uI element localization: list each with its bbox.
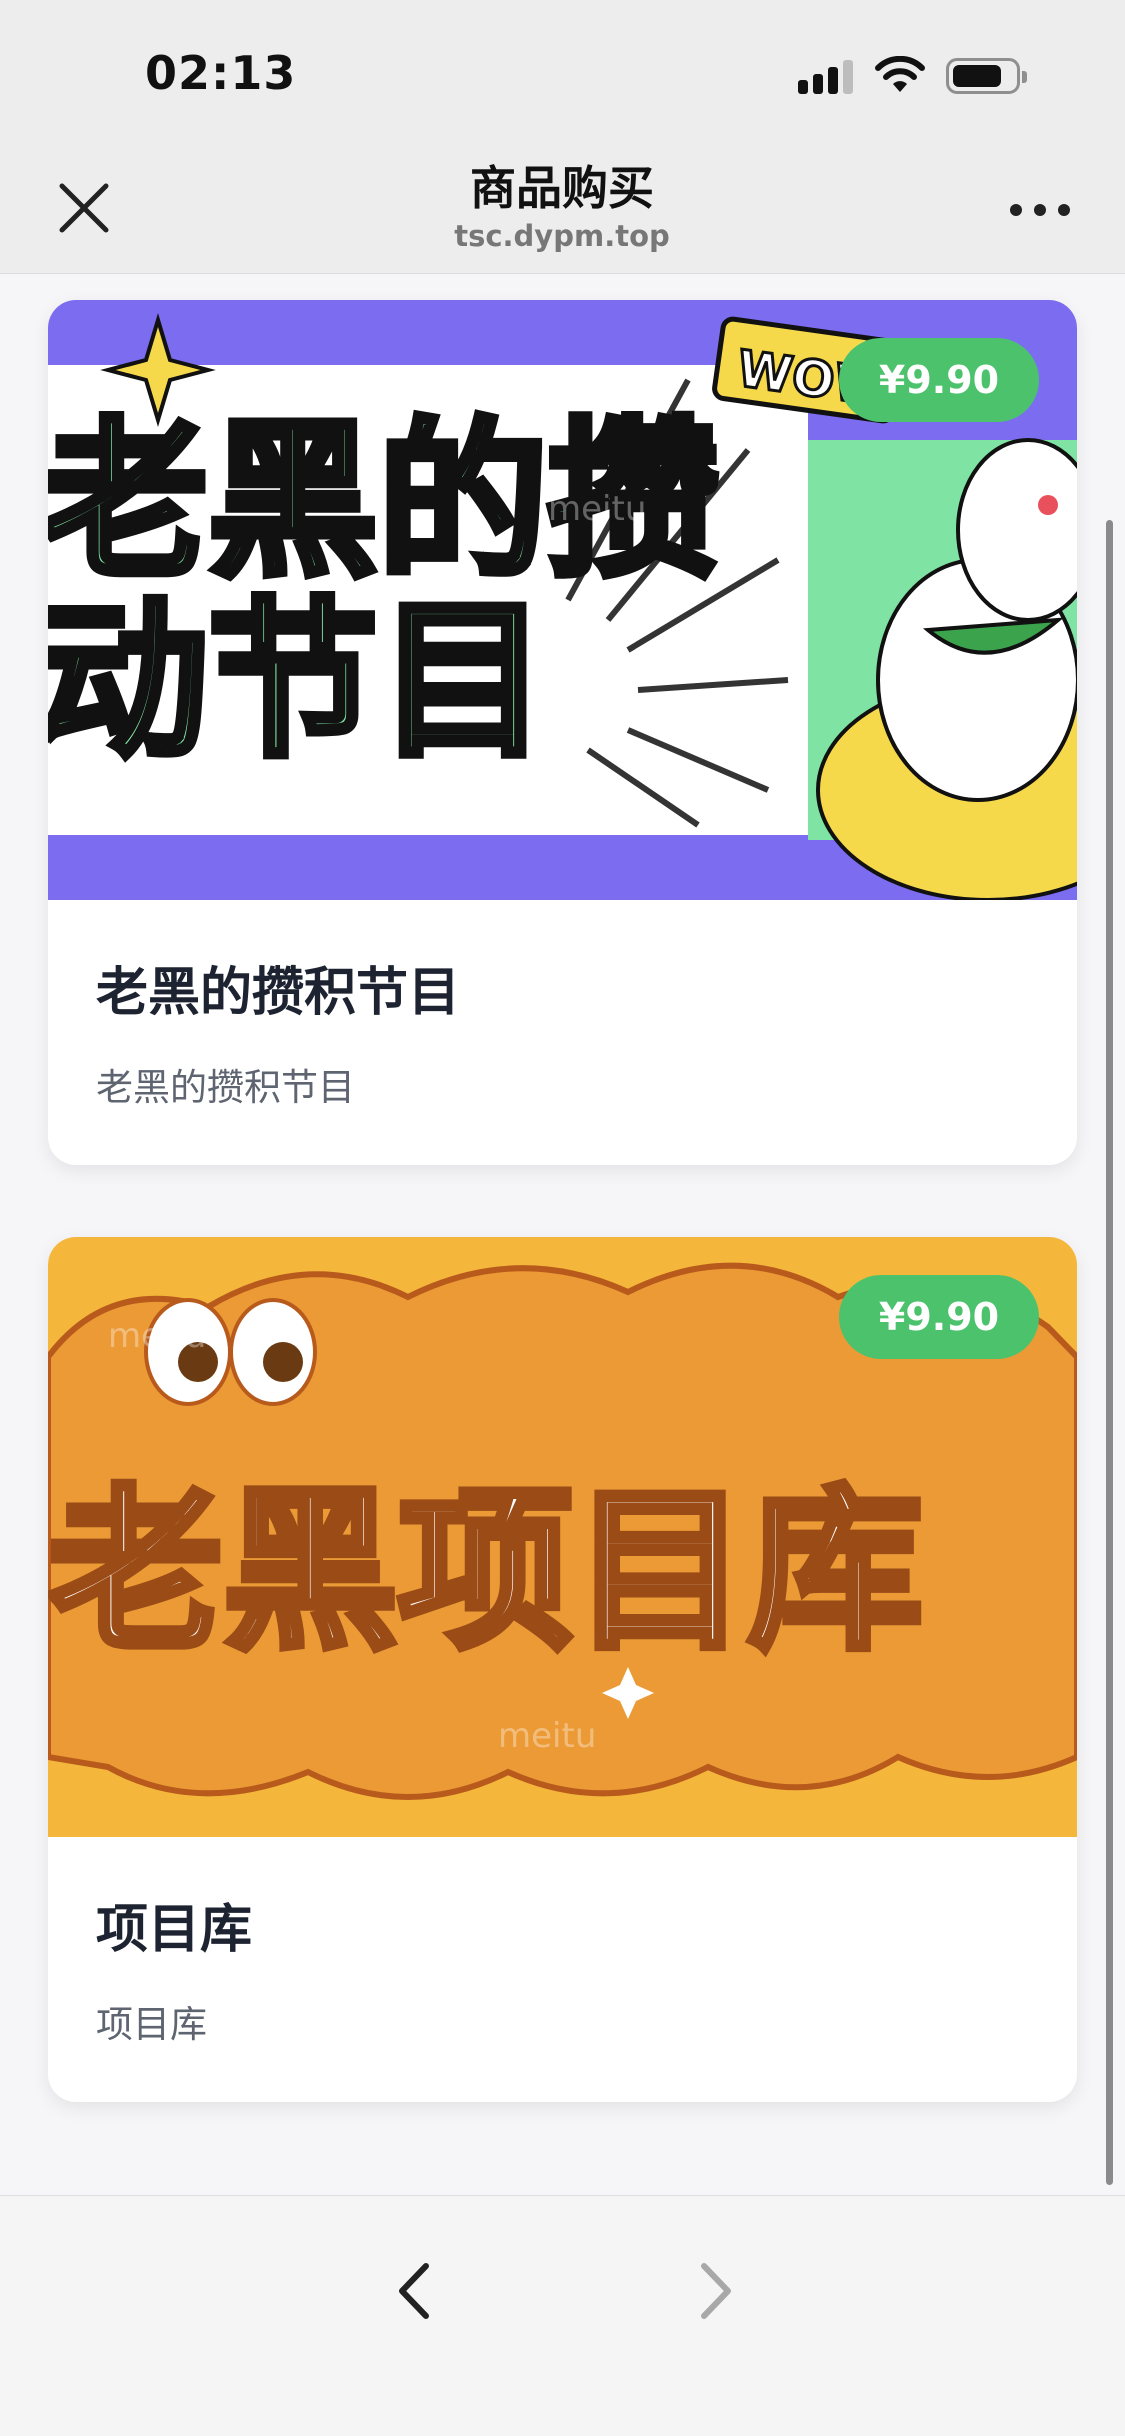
- bottom-toolbar: [0, 2195, 1125, 2436]
- navigation-bar: 商品购买 tsc.dypm.top: [0, 140, 1125, 274]
- price-badge: ¥9.90: [839, 1275, 1039, 1359]
- cellular-signal-icon: [798, 58, 856, 94]
- page-domain: tsc.dypm.top: [454, 219, 670, 253]
- banner-title: 老黑项目库: [48, 1471, 923, 1674]
- banner-watermark: meitu: [498, 1716, 596, 1756]
- product-banner-image: 老黑的攒 动节目 WOW meitu meitu ¥9.90: [48, 300, 1077, 900]
- banner-watermark: meitu: [148, 769, 246, 809]
- battery-icon: [946, 58, 1027, 94]
- forward-arrow-icon[interactable]: [690, 2256, 740, 2326]
- scrollbar[interactable]: [1106, 520, 1113, 2185]
- product-description: 项目库: [96, 2003, 207, 2046]
- banner-title-line-2: 动节目: [48, 583, 548, 781]
- close-icon[interactable]: [54, 178, 114, 238]
- more-options-icon[interactable]: [1010, 200, 1072, 220]
- product-list: 老黑的攒 动节目 WOW meitu meitu ¥9.90 老黑的攒积节目 老…: [0, 275, 1125, 2195]
- page-title: 商品购买: [470, 161, 654, 215]
- product-card[interactable]: 老黑项目库 meitu meitu ¥9.90 项目库 项目库: [48, 1237, 1077, 2102]
- price-badge: ¥9.90: [839, 338, 1039, 422]
- status-bar: 02:13: [0, 0, 1125, 140]
- status-time: 02:13: [145, 46, 297, 100]
- back-arrow-icon[interactable]: [390, 2256, 440, 2326]
- screen: 02:13 商品购买 tsc.dypm.top 老黑的攒 动节目 WOW mei…: [0, 0, 1125, 2436]
- banner-watermark: meitu: [108, 1316, 206, 1356]
- product-banner-image: 老黑项目库 meitu meitu ¥9.90: [48, 1237, 1077, 1837]
- banner-watermark: meitu: [548, 489, 646, 529]
- product-title: 老黑的攒积节目: [96, 963, 461, 1023]
- title-group: 商品购买 tsc.dypm.top: [262, 158, 862, 254]
- product-card[interactable]: 老黑的攒 动节目 WOW meitu meitu ¥9.90 老黑的攒积节目 老…: [48, 300, 1077, 1165]
- product-description: 老黑的攒积节目: [96, 1066, 355, 1109]
- wifi-icon: [875, 56, 925, 92]
- product-title: 项目库: [96, 1900, 253, 1960]
